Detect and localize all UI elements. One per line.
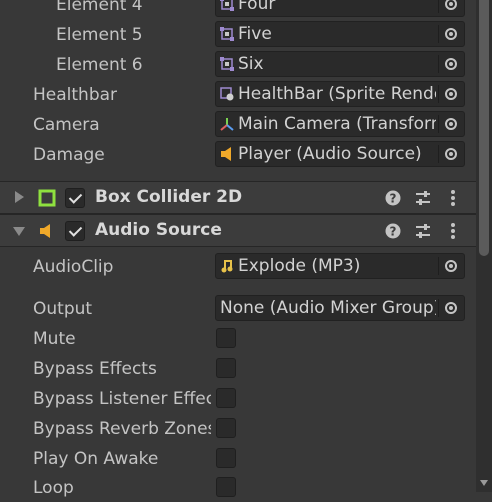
field-value: Main Camera (Transform): [238, 114, 436, 134]
loop-checkbox[interactable]: [216, 477, 236, 497]
object-picker-icon[interactable]: [438, 296, 464, 320]
camera-row: Camera Main Camera (Transform): [0, 111, 476, 139]
output-label: Output: [33, 299, 93, 319]
scrollbar-thumb[interactable]: [479, 0, 489, 256]
audio-source-icon: [40, 224, 50, 238]
box-collider-icon: [38, 189, 56, 207]
component-title: Box Collider 2D: [95, 187, 243, 207]
toggle-label: Bypass Listener Effects: [33, 389, 211, 409]
field-value: Four: [238, 0, 276, 14]
field-value: Five: [238, 24, 272, 44]
list-element-row: Element 5 Five: [0, 21, 476, 49]
transform-axes-icon: [220, 118, 234, 131]
list-element-row: Element 6 Six: [0, 51, 476, 79]
object-picker-icon[interactable]: [438, 0, 464, 16]
audio-source-icon: [221, 147, 231, 161]
bypass-effects-row: Bypass Effects: [0, 355, 476, 383]
element-label: Element 6: [56, 55, 143, 75]
object-picker-icon[interactable]: [438, 52, 464, 76]
object-field[interactable]: Four: [215, 0, 465, 17]
mute-row: Mute: [0, 325, 476, 353]
toggle-label: Mute: [33, 329, 76, 349]
play-on-awake-checkbox[interactable]: [216, 448, 236, 468]
svg-text:?: ?: [390, 192, 397, 206]
help-icon[interactable]: ?: [384, 189, 402, 207]
healthbar-field[interactable]: HealthBar (Sprite Renderer): [215, 81, 465, 107]
svg-text:?: ?: [390, 225, 397, 239]
transform-icon: [220, 0, 234, 11]
object-picker-icon[interactable]: [438, 142, 464, 166]
damage-row: Damage Player (Audio Source): [0, 141, 476, 169]
toggle-label: Loop: [33, 478, 74, 498]
play-on-awake-row: Play On Awake: [0, 445, 476, 473]
camera-field[interactable]: Main Camera (Transform): [215, 111, 465, 137]
fold-arrow-icon[interactable]: [15, 191, 24, 203]
fold-arrow-icon[interactable]: [13, 227, 25, 236]
field-value: Player (Audio Source): [238, 144, 422, 164]
transform-icon: [220, 57, 234, 71]
component-title: Audio Source: [95, 220, 222, 240]
healthbar-row: Healthbar HealthBar (Sprite Renderer): [0, 81, 476, 109]
audioclip-label: AudioClip: [33, 257, 114, 277]
loop-row: Loop: [0, 474, 476, 502]
object-picker-icon[interactable]: [438, 82, 464, 106]
presets-icon[interactable]: [414, 189, 432, 207]
bypass-listener-effects-checkbox[interactable]: [216, 388, 236, 408]
field-value: Explode (MP3): [238, 256, 361, 276]
element-label: Element 4: [56, 0, 143, 15]
toggle-label: Bypass Reverb Zones: [33, 419, 211, 439]
object-picker-icon[interactable]: [438, 112, 464, 136]
audio-source-header[interactable]: Audio Source ?: [0, 214, 476, 247]
component-enabled-checkbox[interactable]: [65, 221, 85, 241]
output-field[interactable]: None (Audio Mixer Group): [215, 295, 465, 321]
audioclip-field[interactable]: Explode (MP3): [215, 253, 465, 279]
sprite-renderer-icon: [220, 87, 234, 101]
damage-label: Damage: [33, 145, 105, 165]
vertical-scrollbar[interactable]: [476, 0, 492, 492]
presets-icon[interactable]: [414, 222, 432, 240]
object-picker-icon[interactable]: [438, 254, 464, 278]
box-collider-header[interactable]: Box Collider 2D ?: [0, 181, 476, 214]
audioclip-row: AudioClip Explode (MP3): [0, 253, 476, 281]
healthbar-label: Healthbar: [33, 85, 118, 105]
element-label: Element 5: [56, 25, 143, 45]
bypass-effects-checkbox[interactable]: [216, 358, 236, 378]
bypass-reverb-zones-row: Bypass Reverb Zones: [0, 415, 476, 443]
object-field[interactable]: Five: [215, 21, 465, 47]
field-value: None (Audio Mixer Group): [220, 298, 436, 318]
camera-label: Camera: [33, 115, 100, 135]
bypass-listener-effects-row: Bypass Listener Effects: [0, 385, 476, 413]
component-enabled-checkbox[interactable]: [65, 188, 85, 208]
more-vertical-icon[interactable]: [444, 222, 462, 240]
output-row: Output None (Audio Mixer Group): [0, 295, 476, 323]
scroll-down-arrow-icon[interactable]: [480, 480, 488, 486]
more-vertical-icon[interactable]: [444, 189, 462, 207]
transform-icon: [220, 27, 234, 41]
list-element-row: Element 4 Four: [0, 0, 476, 19]
damage-field[interactable]: Player (Audio Source): [215, 141, 465, 167]
object-field[interactable]: Six: [215, 51, 465, 77]
music-note-icon: [221, 260, 233, 273]
field-value: Six: [238, 54, 264, 74]
bypass-reverb-zones-checkbox[interactable]: [216, 418, 236, 438]
help-icon[interactable]: ?: [384, 222, 402, 240]
toggle-label: Play On Awake: [33, 449, 159, 469]
mute-checkbox[interactable]: [216, 328, 236, 348]
object-picker-icon[interactable]: [438, 22, 464, 46]
field-value: HealthBar (Sprite Renderer): [238, 84, 436, 104]
toggle-label: Bypass Effects: [33, 359, 157, 379]
